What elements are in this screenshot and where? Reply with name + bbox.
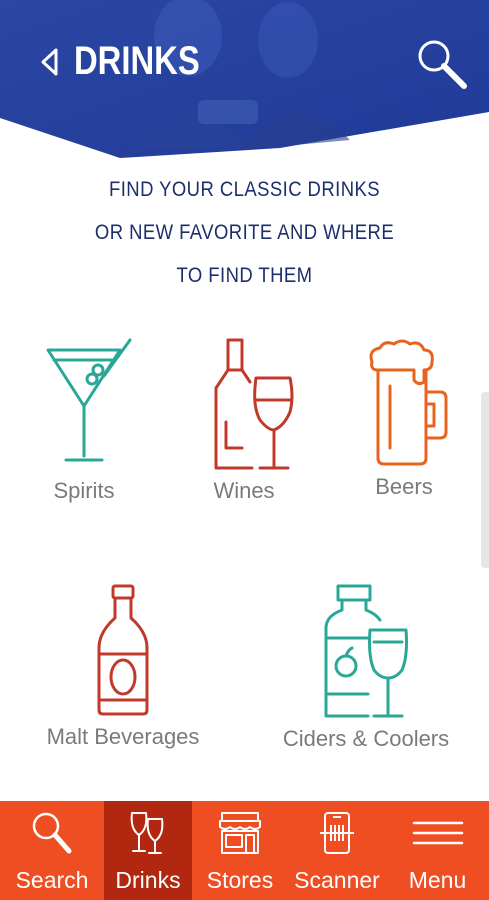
tab-scanner[interactable]: Scanner <box>288 801 386 900</box>
wine-glasses-icon <box>130 812 164 854</box>
header-banner: DRINKS <box>0 0 489 160</box>
category-label: Spirits <box>53 478 115 503</box>
tab-label: Stores <box>206 867 274 893</box>
tab-drinks[interactable]: Drinks <box>104 801 192 900</box>
category-malt-beverages[interactable]: Malt Beverages <box>38 582 208 750</box>
tagline-line-2: OR NEW FAVORITE AND WHERE <box>94 221 395 244</box>
wine-bottle-glass-icon <box>214 338 294 470</box>
tab-search[interactable]: Search <box>0 801 104 900</box>
search-icon <box>32 812 72 854</box>
storefront-icon <box>219 812 261 854</box>
tab-stores[interactable]: Stores <box>192 801 288 900</box>
category-beers[interactable]: Beers <box>350 336 458 500</box>
phone-scanner-icon <box>320 812 354 854</box>
hamburger-menu-icon <box>412 821 463 845</box>
tab-label: Drinks <box>115 867 181 893</box>
category-label: Ciders & Coolers <box>282 726 450 751</box>
cider-bottle-glass-icon <box>324 584 408 718</box>
category-ciders-coolers[interactable]: Ciders & Coolers <box>278 582 454 752</box>
tagline-line-3: TO FIND THEM <box>176 264 313 287</box>
search-icon <box>418 40 467 89</box>
category-label: Beers <box>375 474 433 499</box>
bottom-tab-bar: Search Drinks Stores Scanner Menu <box>0 801 489 900</box>
category-spirits[interactable]: Spirits <box>28 336 140 504</box>
header-search-button[interactable] <box>412 34 470 92</box>
tab-label: Search <box>15 867 89 893</box>
category-label: Malt Beverages <box>46 724 200 749</box>
back-button[interactable] <box>40 40 60 84</box>
edge-panel-handle[interactable] <box>481 392 489 568</box>
tab-label: Scanner <box>294 867 380 893</box>
back-arrow-icon <box>41 48 58 76</box>
tagline: FIND YOUR CLASSIC DRINKS OR NEW FAVORITE… <box>0 168 489 297</box>
page-title: DRINKS <box>74 39 200 83</box>
category-label: Wines <box>213 478 275 503</box>
tab-label: Menu <box>408 867 467 893</box>
beer-mug-icon <box>369 339 448 466</box>
category-wines[interactable]: Wines <box>186 336 302 504</box>
tab-menu[interactable]: Menu <box>386 801 489 900</box>
tagline-line-1: FIND YOUR CLASSIC DRINKS <box>108 178 381 201</box>
malt-bottle-icon <box>97 584 149 716</box>
martini-icon <box>46 338 132 462</box>
